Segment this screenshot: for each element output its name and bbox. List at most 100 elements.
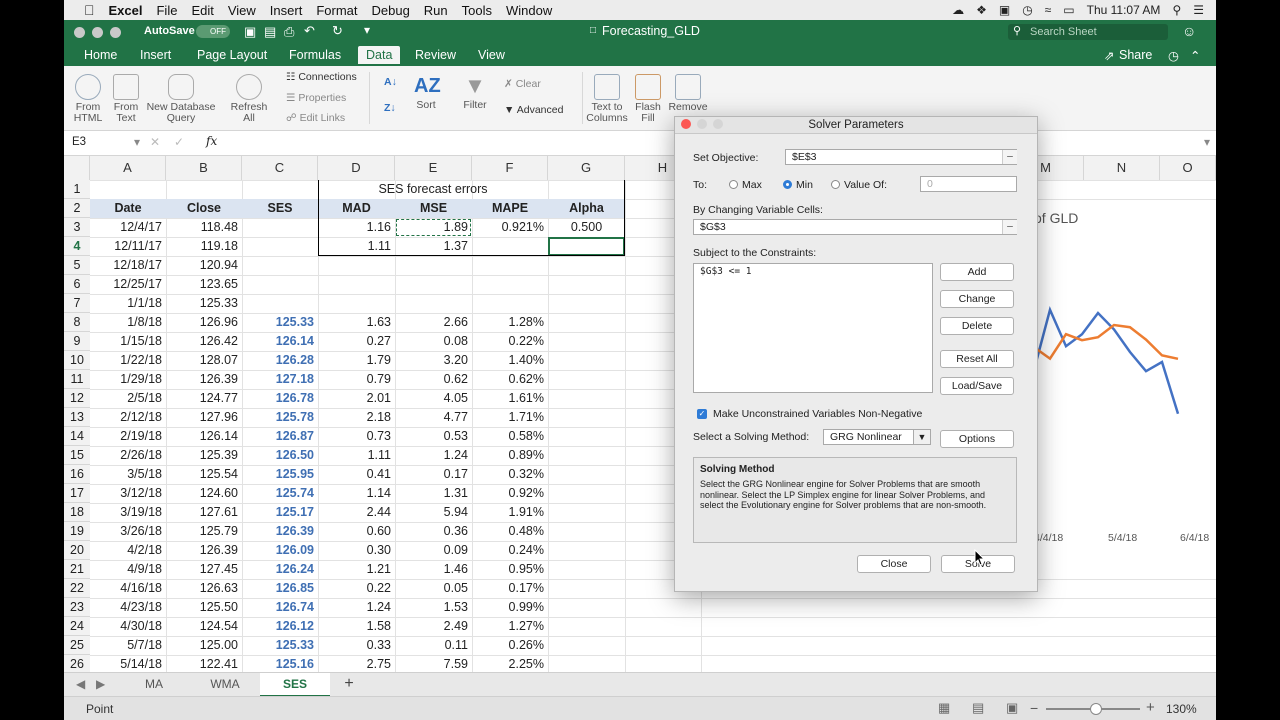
cell-mse[interactable]: 0.09 [395,541,472,560]
cell-date[interactable]: 4/9/18 [90,560,166,579]
cell-ses[interactable]: 125.17 [242,503,318,522]
cell-close[interactable]: 123.65 [166,275,242,294]
prev-sheet-icon[interactable]: ◀ [76,677,85,691]
cell-ses[interactable]: 126.87 [242,427,318,446]
insert-function-icon[interactable]: fx [206,134,217,148]
name-box-dropdown-icon[interactable]: ▾ [134,135,140,149]
edit-links-button[interactable]: ☍ Edit Links [286,112,345,124]
cell-date[interactable]: 12/11/17 [90,237,166,256]
sort-az-icon[interactable]: A↓ [384,76,397,88]
cell-mad[interactable]: 2.44 [318,503,395,522]
row-header-14[interactable]: 14 [64,427,90,446]
value-of-radio[interactable]: Value Of: [831,179,887,191]
cell-ses[interactable]: 126.24 [242,560,318,579]
solving-method-select[interactable]: GRG Nonlinear ▼ [823,429,931,445]
collapse-ribbon-icon[interactable]: ⌃ [1190,48,1200,63]
cell-ses[interactable]: 126.39 [242,522,318,541]
cell-mape[interactable]: 0.92% [472,484,548,503]
cell-date[interactable]: 1/15/18 [90,332,166,351]
row-header-25[interactable]: 25 [64,636,90,655]
new-database-query-button[interactable]: New Database Query [146,74,216,124]
row-header-9[interactable]: 9 [64,332,90,351]
share-button[interactable]: Share [1119,48,1152,62]
cell-ses[interactable]: 125.95 [242,465,318,484]
cell-date[interactable]: 2/26/18 [90,446,166,465]
cell-mape[interactable]: 0.26% [472,636,548,655]
cell-close[interactable]: 124.54 [166,617,242,636]
cell-mape[interactable]: 1.91% [472,503,548,522]
row-header-8[interactable]: 8 [64,313,90,332]
cell-date[interactable]: 4/30/18 [90,617,166,636]
options-button[interactable]: Options [940,430,1014,448]
cell-ses[interactable]: 126.09 [242,541,318,560]
cell-date[interactable]: 1/8/18 [90,313,166,332]
row-header-7[interactable]: 7 [64,294,90,313]
row-header-22[interactable]: 22 [64,579,90,598]
cell-mad[interactable]: 1.63 [318,313,395,332]
cell-mape[interactable]: 0.62% [472,370,548,389]
cell-mad[interactable]: 1.21 [318,560,395,579]
cell-mape[interactable]: 0.48% [472,522,548,541]
row-header-10[interactable]: 10 [64,351,90,370]
column-header-f[interactable]: F [472,156,548,180]
cell-mse[interactable]: 3.20 [395,351,472,370]
cell-mape[interactable]: 1.71% [472,408,548,427]
text-to-columns-button[interactable]: Text to Columns [586,74,628,124]
cell-mse[interactable]: 5.94 [395,503,472,522]
cell-ses[interactable]: 127.18 [242,370,318,389]
cell-mse[interactable]: 0.05 [395,579,472,598]
row-header-11[interactable]: 11 [64,370,90,389]
undo-icon[interactable]: ↶ [304,23,315,39]
print-icon[interactable]: ⎙ [284,24,294,40]
cell-ses[interactable]: 125.33 [242,313,318,332]
cell-date[interactable]: 3/19/18 [90,503,166,522]
cell-mad[interactable]: 0.33 [318,636,395,655]
cell-mse[interactable]: 1.46 [395,560,472,579]
cell-date[interactable]: 1/29/18 [90,370,166,389]
cell-mse[interactable]: 1.31 [395,484,472,503]
row-header-23[interactable]: 23 [64,598,90,617]
cell-mad[interactable] [318,256,395,275]
share-icon[interactable]: ⇗ [1104,48,1114,63]
row-header-5[interactable]: 5 [64,256,90,275]
collapse-changing-icon[interactable]: ─ [1002,220,1017,234]
row-header-24[interactable]: 24 [64,617,90,636]
expand-formula-bar-icon[interactable]: ▾ [1204,135,1210,149]
cell-mad[interactable]: 2.01 [318,389,395,408]
row-header-18[interactable]: 18 [64,503,90,522]
value-of-input[interactable]: 0 [920,176,1017,192]
filter-button[interactable]: ▼ Filter [458,74,492,111]
row-header-20[interactable]: 20 [64,541,90,560]
battery-icon[interactable]: ▭ [1063,3,1074,17]
cell-date[interactable]: 1/1/18 [90,294,166,313]
cell-mse[interactable]: 4.05 [395,389,472,408]
cell-mse[interactable]: 0.11 [395,636,472,655]
confirm-entry-icon[interactable]: ✓ [174,135,184,149]
cell-ses[interactable]: 126.78 [242,389,318,408]
cell-close[interactable]: 127.61 [166,503,242,522]
cell-ses[interactable] [242,294,318,313]
column-header-g[interactable]: G [548,156,625,180]
reset-all-button[interactable]: Reset All [940,350,1014,368]
cell-close[interactable]: 125.79 [166,522,242,541]
save-icon[interactable]: ▤ [264,24,276,40]
zoom-window-icon[interactable] [110,27,121,38]
cell-mad[interactable] [318,275,395,294]
cell-mad[interactable] [318,294,395,313]
cell-close[interactable]: 125.00 [166,636,242,655]
cell-date[interactable]: 4/2/18 [90,541,166,560]
cell-ses[interactable]: 125.78 [242,408,318,427]
cell-mape[interactable]: 0.58% [472,427,548,446]
cell-mad[interactable]: 0.22 [318,579,395,598]
cell-close[interactable]: 126.39 [166,541,242,560]
row-header-16[interactable]: 16 [64,465,90,484]
cell-mse[interactable]: 2.66 [395,313,472,332]
delete-constraint-button[interactable]: Delete [940,317,1014,335]
cell-mape[interactable]: 1.61% [472,389,548,408]
cell-mse[interactable]: 4.77 [395,408,472,427]
autosave-toggle[interactable]: OFF [196,25,230,38]
menu-file[interactable]: File [156,3,177,18]
set-objective-input[interactable]: $E$3 [785,149,1017,165]
cell-mse[interactable] [395,275,472,294]
cancel-entry-icon[interactable]: ✕ [150,135,160,149]
